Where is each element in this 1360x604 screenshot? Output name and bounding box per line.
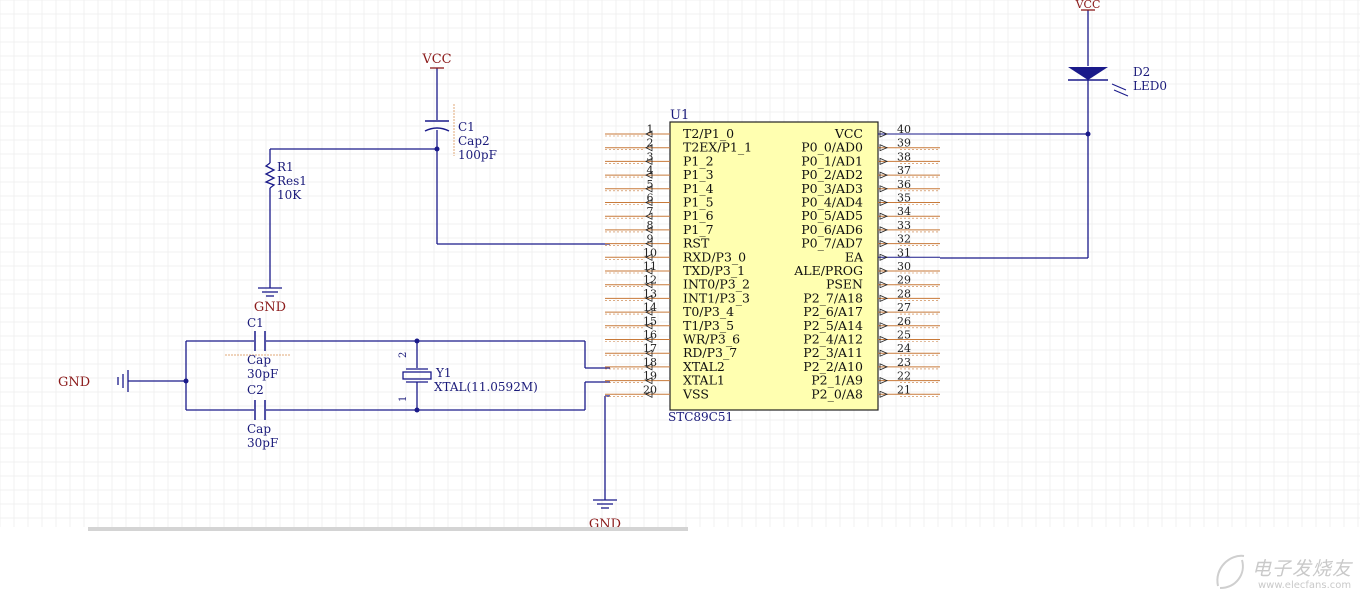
svg-text:GND: GND	[589, 517, 621, 527]
pin-5: 5 P1_4	[605, 178, 714, 196]
pin-number: 17	[643, 342, 657, 355]
pin-number: 8	[647, 219, 654, 232]
gnd-symbol-r1: GND	[254, 287, 286, 315]
pin-number: 36	[897, 178, 911, 191]
schematic-canvas: VCC VCC C1 Cap2 100pF R1 Res1 10K GND GN…	[0, 0, 1360, 527]
svg-text:30pF: 30pF	[247, 436, 278, 450]
pin-number: 18	[643, 356, 657, 369]
pin-number: 5	[647, 178, 654, 191]
pin-number: 19	[643, 370, 657, 383]
capacitor-c1-reset: C1 Cap2 100pF	[424, 104, 497, 162]
svg-text:R1: R1	[277, 160, 294, 174]
svg-text:LED0: LED0	[1133, 79, 1167, 93]
svg-text:STC89C51: STC89C51	[668, 410, 733, 424]
pin-number: 11	[643, 260, 657, 273]
pin-8: 8 P1_7	[605, 219, 714, 237]
svg-text:Y1: Y1	[435, 366, 452, 380]
svg-text:Cap: Cap	[247, 353, 271, 367]
watermark-en: www.elecfans.com	[1258, 580, 1352, 591]
gnd-symbol-osc: GND	[58, 370, 129, 392]
watermark-logo: 电子发烧友 www.elecfans.com	[1210, 548, 1355, 598]
pin-number: 16	[643, 329, 657, 342]
pin-number: 3	[647, 150, 654, 163]
pin-31: 31EA	[845, 246, 940, 264]
pin-number: 12	[643, 274, 657, 287]
svg-text:Cap2: Cap2	[458, 134, 490, 148]
pin-number: 15	[643, 315, 657, 328]
pin-number: 32	[897, 233, 911, 246]
pin-number: 38	[897, 150, 911, 163]
pin-number: 1	[647, 123, 654, 136]
pin-number: 22	[897, 370, 911, 383]
svg-text:10K: 10K	[277, 188, 302, 202]
svg-text:D2: D2	[1133, 65, 1150, 79]
pin-number: 39	[897, 137, 911, 150]
pin-number: 33	[897, 219, 911, 232]
pin-number: 34	[897, 205, 911, 218]
svg-text:Res1: Res1	[277, 174, 307, 188]
junctions	[183, 131, 1091, 413]
svg-text:Cap: Cap	[247, 422, 271, 436]
svg-text:1: 1	[398, 396, 409, 402]
svg-text:VCC: VCC	[1075, 0, 1101, 11]
vcc-symbol-led: VCC	[1075, 0, 1101, 11]
horizontal-scrollbar[interactable]	[88, 527, 688, 531]
watermark-cn: 电子发烧友	[1252, 558, 1353, 580]
pin-number: 27	[897, 301, 911, 314]
svg-text:30pF: 30pF	[247, 367, 278, 381]
svg-text:2: 2	[398, 352, 409, 358]
pin-number: 14	[643, 301, 657, 314]
pin-3: 3 P1_2	[605, 150, 714, 168]
svg-text:GND: GND	[58, 375, 90, 390]
pin-number: 24	[897, 342, 911, 355]
watermark-icon	[1216, 554, 1245, 589]
svg-text:XTAL(11.0592M): XTAL(11.0592M)	[434, 380, 538, 394]
pin-number: 37	[897, 164, 911, 177]
pin-number: 26	[897, 315, 911, 328]
junction	[414, 338, 420, 344]
pin-number: 13	[643, 287, 657, 300]
junction	[434, 146, 440, 152]
svg-text:C1: C1	[247, 316, 264, 330]
pin-7: 7 P1_6	[605, 205, 714, 223]
pin-9: 9 RST	[605, 233, 710, 251]
pin-6: 6 P1_5	[605, 192, 714, 210]
pin-19: 19 XTAL1	[605, 370, 725, 388]
pin-number: 9	[647, 233, 654, 246]
svg-text:100pF: 100pF	[458, 148, 497, 162]
schematic-viewport: VCC VCC C1 Cap2 100pF R1 Res1 10K GND GN…	[0, 0, 1360, 604]
wires	[128, 10, 1089, 500]
pin-18: 18 XTAL2	[605, 356, 725, 374]
bottom-panel	[0, 527, 1360, 604]
svg-text:C2: C2	[247, 383, 264, 397]
pin-number: 4	[647, 164, 654, 177]
pin-number: 25	[897, 329, 911, 342]
junction	[1085, 131, 1091, 137]
pin-number: 23	[897, 356, 911, 369]
pin-number: 21	[897, 383, 911, 396]
pin-number: 35	[897, 192, 911, 205]
svg-text:C1: C1	[458, 120, 475, 134]
pin-number: 20	[643, 383, 657, 396]
svg-text:GND: GND	[254, 300, 286, 315]
crystal-y1: 2 1 Y1 XTAL(11.0592M)	[398, 352, 538, 402]
svg-text:U1: U1	[670, 108, 689, 123]
junction	[183, 378, 189, 384]
pin-4: 4 P1_3	[605, 164, 714, 182]
pin-number: 40	[897, 123, 911, 136]
pin-name: P2_0/A8	[811, 386, 863, 401]
pin-number: 29	[897, 274, 911, 287]
pin-number: 2	[647, 137, 654, 150]
pin-number: 28	[897, 287, 911, 300]
vcc-symbol-c1: VCC	[421, 52, 452, 69]
pin-number: 6	[647, 192, 654, 205]
pin-number: 30	[897, 260, 911, 273]
pin-29: 29PSEN	[826, 274, 940, 292]
pin-number: 31	[897, 246, 911, 259]
junction	[414, 407, 420, 413]
pin-number: 7	[647, 205, 654, 218]
svg-text:VCC: VCC	[421, 52, 451, 67]
pin-number: 10	[643, 246, 657, 259]
pin-name: VSS	[682, 386, 709, 401]
